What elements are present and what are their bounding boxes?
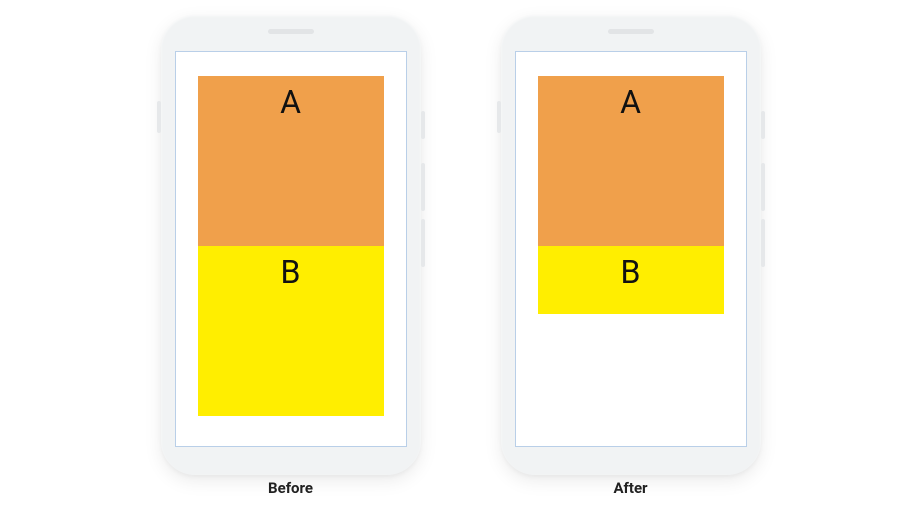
box-b-label: B [621,256,641,314]
diagram-stage: A B Before A [0,0,921,511]
layout-content: A B [198,76,384,416]
phone-screen: A B [175,51,407,447]
phone-side-button [157,101,161,133]
phone-speaker [268,29,314,34]
phone-side-button [761,163,765,211]
phone-mockup-after: A B [501,15,761,475]
phone-side-button [497,101,501,133]
layout-content: A B [538,76,724,314]
phone-side-button [761,111,765,139]
box-a-label: A [280,86,301,246]
phone-side-button [421,111,425,139]
before-caption: Before [268,479,313,497]
box-b-label: B [281,256,301,416]
phone-screen: A B [515,51,747,447]
after-column: A B After [501,15,761,497]
after-caption: After [613,479,647,497]
phone-side-button [421,219,425,267]
phone-speaker [608,29,654,34]
box-b: B [538,246,724,314]
box-a: A [198,76,384,246]
box-b: B [198,246,384,416]
box-a: A [538,76,724,246]
box-a-label: A [620,86,641,246]
phone-side-button [421,163,425,211]
phone-mockup-before: A B [161,15,421,475]
before-column: A B Before [161,15,421,497]
phone-side-button [761,219,765,267]
